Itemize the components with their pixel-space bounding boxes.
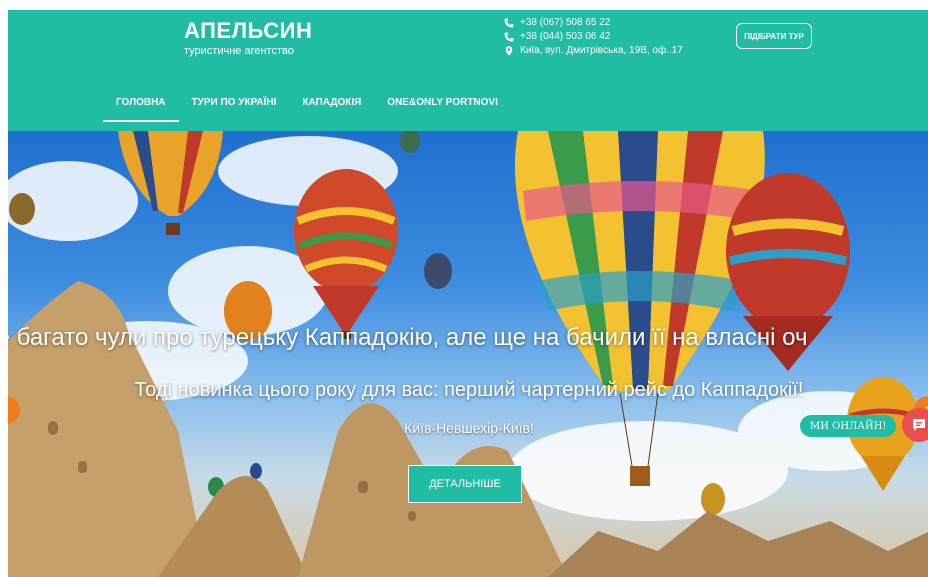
nav-item-ukraine-tours[interactable]: ТУРИ ПО УКРАЇНІ (179, 96, 290, 122)
hero-route: Київ-Невшехір-Київ! (404, 420, 534, 436)
nav-item-portnovi[interactable]: ONE&ONLY PORTNOVI (374, 96, 511, 122)
nav-item-cappadocia[interactable]: КАПАДОКІЯ (289, 96, 374, 122)
phone-1: +38 (067) 508 65 22 (520, 17, 611, 28)
site-header: АПЕЛЬСИН туристичне агентство +38 (067) … (8, 10, 928, 131)
brand-subtitle: туристичне агентство (184, 45, 294, 57)
contacts: +38 (067) 508 65 22 +38 (044) 503 06 42 … (504, 16, 683, 58)
location-pin-icon (505, 46, 513, 56)
phone-2: +38 (044) 503 06 42 (520, 31, 611, 42)
phone-row-1[interactable]: +38 (067) 508 65 22 (504, 16, 683, 30)
brand-name: АПЕЛЬСИН (184, 18, 313, 43)
phone-icon (504, 32, 514, 42)
online-chat-badge[interactable]: МИ ОНЛАЙН! (800, 415, 897, 437)
page-frame: АПЕЛЬСИН туристичне агентство +38 (067) … (8, 10, 928, 577)
chevron-left-icon: ‹ (8, 401, 9, 419)
brand[interactable]: АПЕЛЬСИН туристичне агентство (184, 18, 312, 57)
nav-item-home[interactable]: ГОЛОВНА (103, 96, 179, 122)
phone-row-2[interactable]: +38 (044) 503 06 42 (504, 30, 683, 44)
address-row: Київ, вул. Дмитрівська, 19В, оф..17 (504, 44, 683, 58)
main-nav: ГОЛОВНА ТУРИ ПО УКРАЇНІ КАПАДОКІЯ ONE&ON… (103, 96, 511, 122)
chat-bubble-icon (913, 419, 925, 431)
hero-headline: и вже багато чули про турецьку Каппадокі… (8, 324, 808, 351)
hero-slider: и вже багато чули про турецьку Каппадокі… (8, 131, 928, 577)
hero-subline: Тоді новинка цього року для вас: перший … (134, 379, 804, 401)
hero-background-image (8, 131, 928, 577)
address: Київ, вул. Дмитрівська, 19В, оф..17 (520, 45, 683, 56)
details-button[interactable]: ДЕТАЛЬНІШЕ (408, 465, 522, 503)
pick-tour-button[interactable]: ПІДІБРАТИ ТУР (736, 23, 812, 49)
phone-icon (504, 18, 514, 28)
chat-button[interactable] (902, 408, 928, 442)
